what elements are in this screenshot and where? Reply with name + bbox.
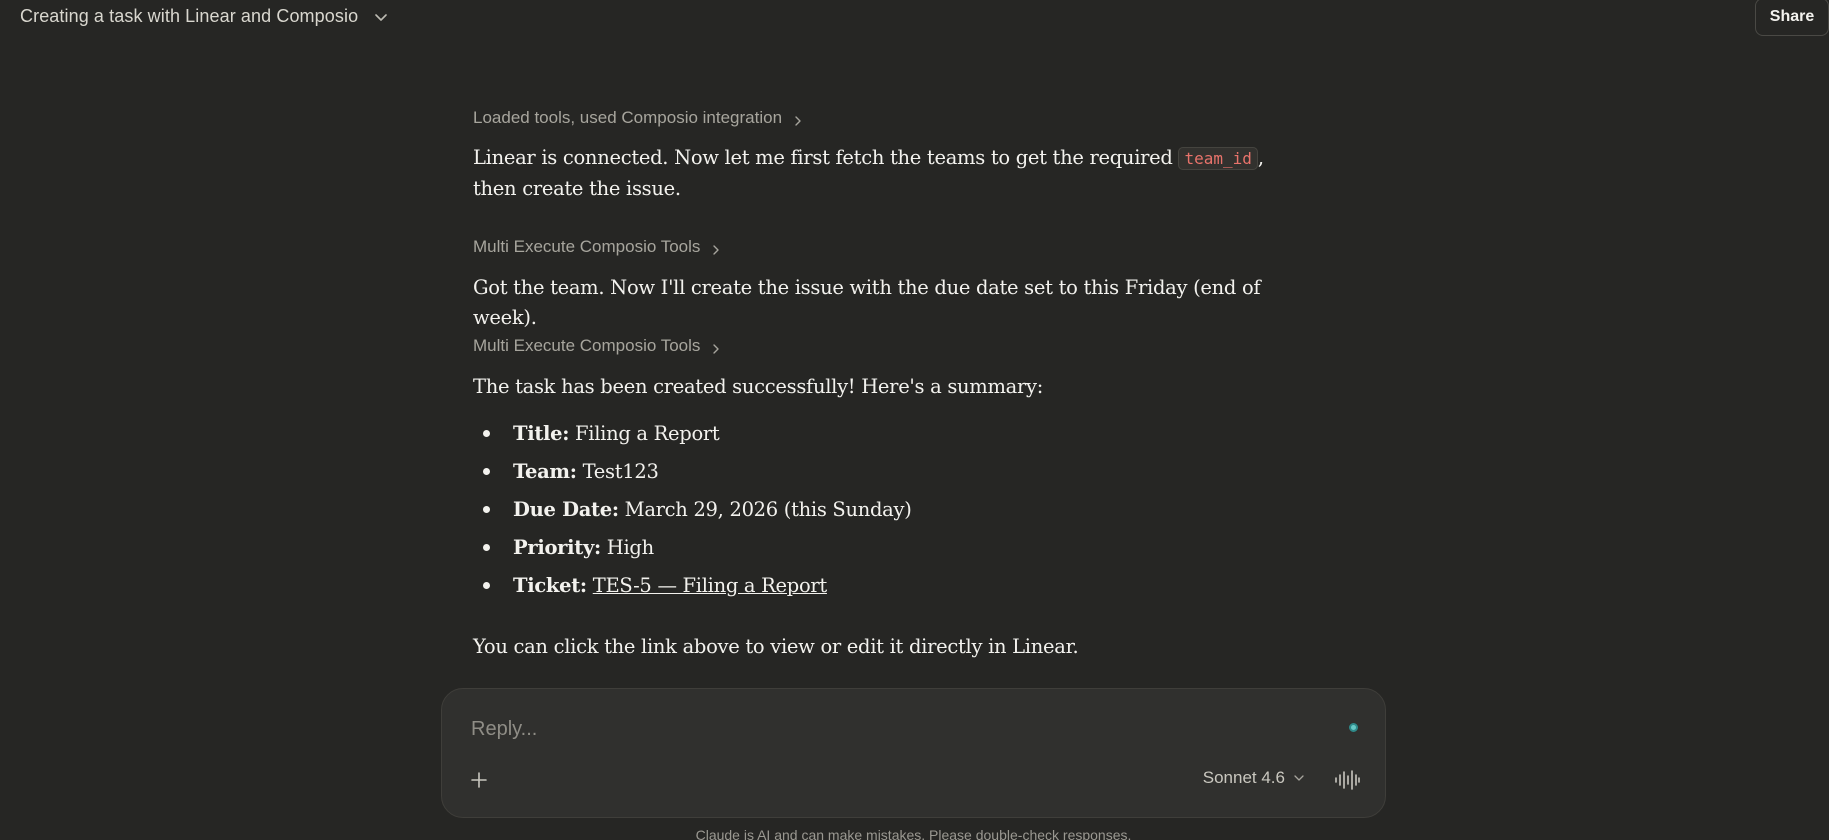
chevron-right-icon <box>792 112 804 126</box>
field-label: Ticket: <box>513 574 587 597</box>
assistant-message-closing: You can click the link above to view or … <box>473 635 1079 658</box>
field-value: March 29, 2026 (this Sunday) <box>624 498 912 521</box>
add-attachment-button[interactable] <box>464 765 494 795</box>
bullet-icon <box>483 430 490 437</box>
chevron-right-icon <box>710 241 722 255</box>
reply-input[interactable] <box>469 713 1293 745</box>
reply-composer: Sonnet 4.6 <box>441 688 1386 818</box>
list-item: Due Date: March 29, 2026 (this Sunday) <box>473 494 1303 532</box>
assistant-message-3: The task has been created successfully! … <box>473 375 1044 398</box>
assistant-message-2: Got the team. Now I'll create the issue … <box>473 276 1261 329</box>
chevron-down-icon <box>372 8 390 26</box>
voice-mode-button[interactable] <box>1331 765 1363 795</box>
field-label: Due Date: <box>513 498 619 521</box>
conversation-title: Creating a task with Linear and Composio <box>20 6 359 26</box>
chevron-right-icon <box>710 340 722 354</box>
bullet-icon <box>483 582 490 589</box>
assistant-message-1: Linear is connected. Now let me first fe… <box>473 143 1303 204</box>
tool-call-summary[interactable]: Loaded tools, used Composio integration <box>473 108 804 128</box>
model-selector[interactable]: Sonnet 4.6 <box>1203 768 1305 788</box>
tool-call-summary[interactable]: Multi Execute Composio Tools <box>473 336 722 356</box>
waveform-icon <box>1335 770 1360 790</box>
bullet-icon <box>483 468 490 475</box>
list-item: Ticket: TES-5 — Filing a Report <box>473 570 1303 608</box>
ticket-link[interactable]: TES-5 — Filing a Report <box>593 574 828 597</box>
plus-icon <box>471 772 487 788</box>
field-label: Priority: <box>513 536 601 559</box>
field-label: Title: <box>513 422 570 445</box>
model-name: Sonnet 4.6 <box>1202 768 1285 787</box>
disclaimer-text: Claude is AI and can make mistakes. Plea… <box>695 827 1132 840</box>
inline-code: team_id <box>1178 147 1258 170</box>
top-bar: Creating a task with Linear and Composio… <box>0 0 1829 40</box>
task-summary-list: Title: Filing a Report Team: Test123 Due… <box>473 418 1303 608</box>
list-item: Title: Filing a Report <box>473 418 1303 456</box>
bullet-icon <box>483 544 490 551</box>
list-item: Team: Test123 <box>473 456 1303 494</box>
field-value: Filing a Report <box>575 422 720 445</box>
list-item: Priority: High <box>473 532 1303 570</box>
conversation-title-menu[interactable]: Creating a task with Linear and Composio <box>20 6 390 27</box>
tool-call-label: Multi Execute Composio Tools <box>473 336 701 355</box>
chevron-down-icon <box>1294 775 1304 781</box>
tool-call-summary[interactable]: Multi Execute Composio Tools <box>473 237 722 257</box>
status-indicator-icon <box>1349 723 1358 732</box>
field-label: Team: <box>513 460 577 483</box>
field-value: Test123 <box>582 460 659 483</box>
bullet-icon <box>483 506 490 513</box>
field-value: High <box>606 536 654 559</box>
tool-call-label: Multi Execute Composio Tools <box>473 237 701 256</box>
message-text: Linear is connected. Now let me first fe… <box>473 146 1179 169</box>
tool-call-label: Loaded tools, used Composio integration <box>473 108 783 127</box>
chat-page: Creating a task with Linear and Composio… <box>0 0 1829 840</box>
share-button[interactable]: Share <box>1755 0 1829 36</box>
